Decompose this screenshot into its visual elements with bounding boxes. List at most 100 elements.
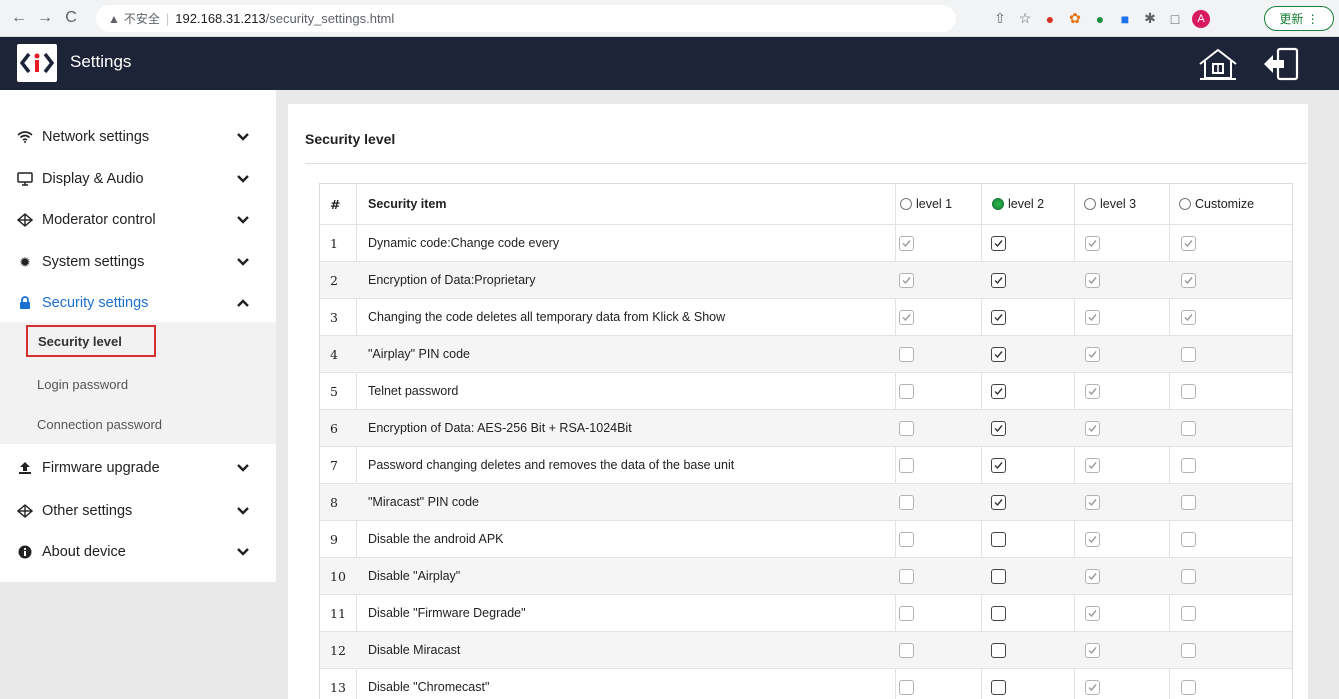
level3-checkbox [1085,347,1100,362]
sidebar-item-security[interactable]: Security settings [0,282,276,324]
chevron-down-icon [237,175,249,183]
sidebar-item-label: Moderator control [42,212,156,228]
table-row: 10 Disable "Airplay" [320,557,1292,594]
side-panel-icon[interactable]: □ [1167,11,1183,27]
submenu-login-password[interactable]: Login password [37,377,128,392]
customize-checkbox[interactable] [1181,236,1196,251]
level2-option[interactable]: level 2 [992,184,1044,224]
row-number: 4 [330,346,338,362]
brand-logo [17,44,57,82]
customize-checkbox[interactable] [1181,347,1196,362]
level3-checkbox [1085,458,1100,473]
submenu-label: Login password [37,377,129,392]
back-arrow-icon[interactable]: ← [8,7,30,29]
row-security-item: Dynamic code:Change code every [368,236,560,250]
extension-red-icon[interactable]: ● [1042,11,1058,27]
customize-checkbox[interactable] [1181,458,1196,473]
level1-checkbox [899,236,914,251]
bookmark-star-icon[interactable]: ☆ [1017,10,1033,27]
level2-radio[interactable] [992,198,1004,210]
table-row: 1 Dynamic code:Change code every [320,224,1292,261]
table-row: 3 Changing the code deletes all temporary… [320,298,1292,335]
customize-checkbox[interactable] [1181,643,1196,658]
reload-icon[interactable]: C [60,7,82,29]
customize-checkbox[interactable] [1181,273,1196,288]
row-security-item: Encryption of Data:Proprietary [368,273,536,287]
chevron-down-icon [237,133,249,141]
extension-orange-icon[interactable]: ✿ [1067,10,1083,27]
customize-checkbox[interactable] [1181,310,1196,325]
app-title: Settings [70,52,132,71]
submenu-connection-password[interactable]: Connection password [37,417,162,432]
lock-icon [16,294,34,312]
table-row: 8 "Miracast" PIN code [320,483,1292,520]
table-row: 2 Encryption of Data:Proprietary [320,261,1292,298]
row-number: 13 [330,679,346,695]
customize-option[interactable]: Customize [1179,184,1254,224]
level2-checkbox [991,532,1006,547]
customize-radio[interactable] [1179,198,1191,210]
level3-checkbox [1085,606,1100,621]
level2-checkbox [991,458,1006,473]
chevron-up-icon [237,299,249,307]
customize-checkbox[interactable] [1181,606,1196,621]
diamond-arrows-icon [16,502,34,520]
level2-checkbox [991,495,1006,510]
table-row: 5 Telnet password [320,372,1292,409]
extension-green-icon[interactable]: ● [1092,11,1108,27]
forward-arrow-icon[interactable]: → [34,7,56,29]
app-header: Settings [0,37,1339,90]
share-icon[interactable]: ⇧ [992,10,1008,27]
profile-avatar[interactable]: A [1192,9,1210,28]
address-bar[interactable]: ▲ 不安全 | 192.168.31.213/security_settings… [96,5,956,32]
sidebar-item-label: Other settings [42,503,133,519]
level3-checkbox [1085,273,1100,288]
table-row: 9 Disable the android APK [320,520,1292,557]
sidebar-item-network[interactable]: Network settings [0,116,276,158]
update-button[interactable]: 更新 ⋮ [1264,6,1334,31]
customize-checkbox[interactable] [1181,569,1196,584]
level2-label: level 2 [1008,197,1045,211]
sidebar-item-display[interactable]: Display & Audio [0,158,276,200]
level3-option[interactable]: level 3 [1084,184,1136,224]
sidebar-item-moderator[interactable]: Moderator control [0,199,276,241]
row-number: 12 [330,642,346,658]
sidebar-item-about[interactable]: About device [0,531,276,573]
level1-radio[interactable] [900,198,912,210]
logout-icon[interactable] [1258,46,1302,82]
submenu-security-level[interactable]: Security level [26,325,156,357]
level3-checkbox [1085,532,1100,547]
level1-option[interactable]: level 1 [900,184,952,224]
upload-icon [16,459,34,477]
row-number: 8 [330,494,338,510]
level2-checkbox [991,384,1006,399]
sidebar-item-system[interactable]: ✹ System settings [0,241,276,283]
row-security-item: "Miracast" PIN code [368,495,479,509]
customize-checkbox[interactable] [1181,532,1196,547]
url-path: /security_settings.html [265,11,395,26]
url-host: 192.168.31.213 [175,11,266,26]
row-security-item: Password changing deletes and removes th… [368,458,735,472]
translate-icon[interactable]: ■ [1117,11,1133,27]
level3-radio[interactable] [1084,198,1096,210]
customize-checkbox[interactable] [1181,495,1196,510]
level2-checkbox [991,680,1006,695]
table-header: # Security item level 1 level 2 level 3 … [320,184,1292,224]
sidebar-item-other[interactable]: Other settings [0,490,276,532]
level2-checkbox [991,310,1006,325]
home-icon[interactable] [1196,46,1240,82]
sidebar-item-label: System settings [42,254,145,270]
submenu-label: Connection password [37,417,163,432]
table-row: 12 Disable Miracast [320,631,1292,668]
row-number: 11 [330,605,346,621]
row-security-item: Encryption of Data: AES-256 Bit + RSA-10… [368,421,632,435]
row-number: 5 [330,383,338,399]
customize-checkbox[interactable] [1181,680,1196,695]
table-row: 7 Password changing deletes and removes t… [320,446,1292,483]
sidebar-item-firmware[interactable]: Firmware upgrade [0,447,276,489]
level1-checkbox [899,273,914,288]
puzzle-icon[interactable]: ✱ [1142,10,1158,27]
customize-checkbox[interactable] [1181,421,1196,436]
customize-checkbox[interactable] [1181,384,1196,399]
row-number: 1 [330,235,338,251]
